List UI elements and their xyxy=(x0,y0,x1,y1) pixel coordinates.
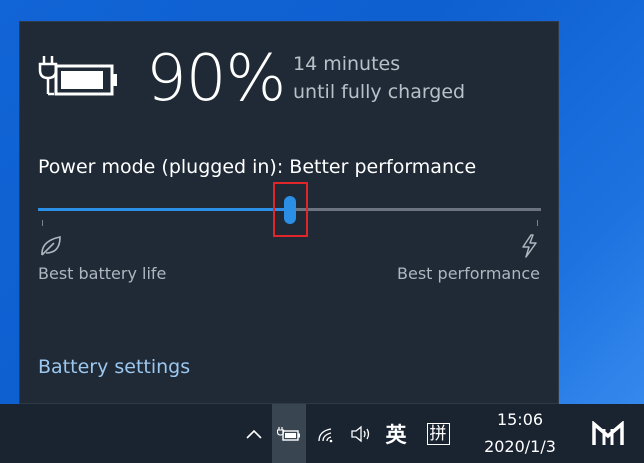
ime-mode-label: 拼 xyxy=(426,422,450,445)
battery-flyout: 90% 14 minutes until fully charged Power… xyxy=(19,21,559,404)
power-mode-label: Power mode (plugged in): Better performa… xyxy=(38,156,477,178)
battery-charging-icon xyxy=(38,56,117,96)
app-logo-icon xyxy=(592,420,624,445)
show-hidden-icons-button[interactable] xyxy=(238,404,270,463)
speaker-icon xyxy=(351,425,370,442)
slider-tick-left xyxy=(42,220,43,226)
taskbar-clock[interactable]: 15:06 2020/1/3 xyxy=(468,404,572,463)
clock-time: 15:06 xyxy=(496,409,544,429)
leaf-icon xyxy=(41,236,61,256)
best-performance-label: Best performance xyxy=(397,264,540,283)
charge-time-remaining: 14 minutes xyxy=(293,53,401,75)
best-battery-life-label: Best battery life xyxy=(38,264,167,283)
charge-status-text: until fully charged xyxy=(293,81,466,103)
slider-tick-right xyxy=(537,220,538,226)
lightning-bolt-icon xyxy=(522,234,537,258)
battery-settings-link[interactable]: Battery settings xyxy=(38,356,190,378)
clock-date: 2020/1/3 xyxy=(484,436,556,456)
battery-percentage: 90% xyxy=(146,42,286,116)
volume-button[interactable] xyxy=(346,404,376,463)
network-button[interactable] xyxy=(312,404,342,463)
slider-track-fill xyxy=(38,208,290,211)
ime-language-button[interactable]: 英 xyxy=(378,404,414,463)
taskbar: 英 拼 15:06 2020/1/3 xyxy=(0,404,644,463)
wifi-icon xyxy=(318,427,333,442)
chevron-up-icon xyxy=(246,429,262,439)
app-logo-button[interactable] xyxy=(584,404,632,463)
slider-thumb-highlight xyxy=(273,182,308,237)
ime-mode-button[interactable]: 拼 xyxy=(420,404,456,463)
battery-charging-icon xyxy=(277,426,300,441)
taskbar-battery-button[interactable] xyxy=(272,404,306,463)
